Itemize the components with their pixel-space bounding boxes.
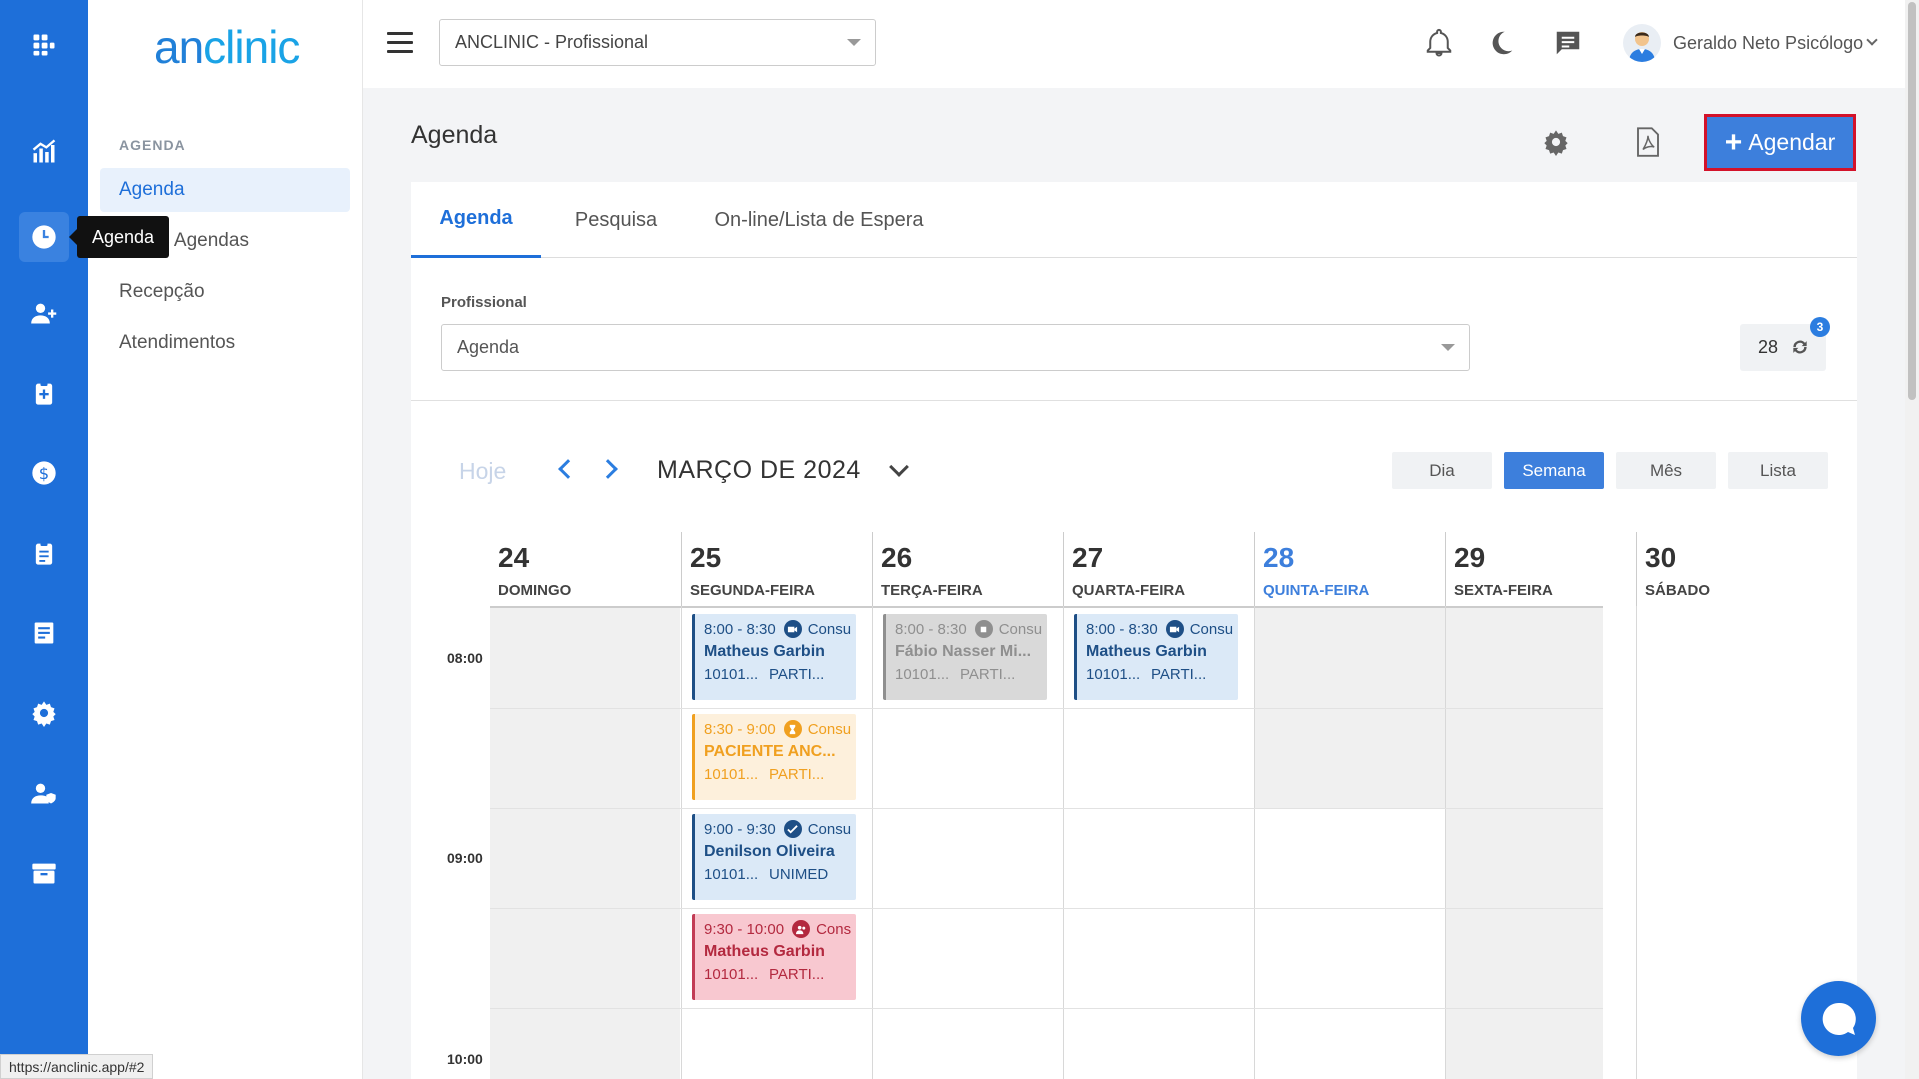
day-header-today: 28 QUINTA-FEIRA xyxy=(1254,532,1445,606)
caret-down-icon xyxy=(847,39,861,46)
menu-icon[interactable] xyxy=(387,32,413,54)
topbar: ANCLINIC - Profissional Geraldo Neto Psi… xyxy=(363,0,1919,88)
day-header: 26 TERÇA-FEIRA xyxy=(872,532,1063,606)
pdf-icon[interactable] xyxy=(1635,127,1661,157)
agenda-card: Agenda Pesquisa On-line/Lista de Espera … xyxy=(411,182,1857,1079)
agendar-button[interactable]: + Agendar xyxy=(1704,114,1856,171)
time-label: 09:00 xyxy=(447,850,483,866)
scrollbar[interactable] xyxy=(1905,0,1919,1079)
day-header: 24 DOMINGO xyxy=(498,542,572,599)
video-icon xyxy=(1165,620,1184,638)
refresh-icon xyxy=(1793,340,1807,354)
tab-agenda[interactable]: Agenda xyxy=(411,182,541,258)
day-header: 30 SÁBADO xyxy=(1636,532,1827,606)
user-name[interactable]: Geraldo Neto Psicólogo xyxy=(1673,33,1863,54)
apps-icon[interactable] xyxy=(19,20,69,70)
next-arrow-icon[interactable] xyxy=(598,459,618,479)
svg-text:$: $ xyxy=(39,464,49,483)
appointment-event[interactable]: 9:30 - 10:00 Cons Matheus Garbin 10101...… xyxy=(692,914,856,1000)
tab-online-lista-espera[interactable]: On-line/Lista de Espera xyxy=(691,182,947,258)
sidebar-item-recepcao[interactable]: Recepção xyxy=(100,270,350,314)
time-label: 08:00 xyxy=(447,650,483,666)
week-calendar: 24 DOMINGO 25 SEGUNDA-FEIRA 26 TERÇA-FEIRA … xyxy=(411,532,1857,1079)
status-url: https://anclinic.app/#2 xyxy=(0,1054,154,1079)
appointment-event[interactable]: 8:30 - 9:00 Consu PACIENTE ANC... 10101..… xyxy=(692,714,856,800)
plus-icon: + xyxy=(1724,125,1743,159)
tooltip: Agenda xyxy=(69,216,169,258)
appointment-event[interactable]: 8:00 - 8:30 Consu Matheus Garbin 10101...… xyxy=(692,614,856,700)
clipboard-plus-icon[interactable] xyxy=(19,368,69,418)
divider xyxy=(411,400,1857,401)
view-semana-button[interactable]: Semana xyxy=(1504,452,1604,489)
chat-icon[interactable] xyxy=(1553,28,1583,58)
tabs: Agenda Pesquisa On-line/Lista de Espera xyxy=(411,182,1857,258)
sidebar-item-agenda[interactable]: Agenda xyxy=(100,168,350,212)
dollar-icon[interactable]: $ xyxy=(19,448,69,498)
stop-icon xyxy=(974,620,993,638)
tab-pesquisa[interactable]: Pesquisa xyxy=(541,182,691,258)
chat-widget-button[interactable] xyxy=(1801,981,1876,1056)
page-title: Agenda xyxy=(411,121,498,149)
view-dia-button[interactable]: Dia xyxy=(1392,452,1492,489)
settings-icon[interactable] xyxy=(1542,128,1570,156)
chevron-down-icon[interactable] xyxy=(889,457,909,477)
document-icon[interactable] xyxy=(19,608,69,658)
chevron-down-icon[interactable] xyxy=(1866,34,1878,46)
hourglass-icon xyxy=(783,720,802,738)
appointment-event[interactable]: 9:00 - 9:30 Consu Denilson Oliveira 10101… xyxy=(692,814,856,900)
user-shield-icon[interactable] xyxy=(19,768,69,818)
caret-down-icon xyxy=(1441,344,1455,351)
chat-bubble-icon xyxy=(1822,1002,1856,1035)
chart-icon[interactable] xyxy=(19,127,69,177)
archive-icon[interactable] xyxy=(19,848,69,898)
clipboard-list-icon[interactable] xyxy=(19,528,69,578)
gear-icon[interactable] xyxy=(19,688,69,738)
check-icon xyxy=(783,820,802,838)
prev-arrow-icon[interactable] xyxy=(558,459,578,479)
appointment-event[interactable]: 8:00 - 8:30 Consu Fábio Nasser Mi... 1010… xyxy=(883,614,1047,700)
sidebar-item-atendimentos[interactable]: Atendimentos xyxy=(100,321,350,365)
clinic-select[interactable]: ANCLINIC - Profissional xyxy=(439,19,876,66)
month-title: MARÇO DE 2024 xyxy=(657,456,861,484)
video-icon xyxy=(783,620,802,638)
moon-icon[interactable] xyxy=(1486,28,1516,58)
user-add-icon[interactable] xyxy=(19,288,69,338)
day-header: 25 SEGUNDA-FEIRA xyxy=(681,532,872,606)
profissional-label: Profissional xyxy=(441,294,527,311)
user-group-icon xyxy=(792,920,811,938)
clock-icon[interactable] xyxy=(19,212,69,262)
view-lista-button[interactable]: Lista xyxy=(1728,452,1828,489)
bell-icon[interactable] xyxy=(1424,28,1454,58)
avatar[interactable] xyxy=(1623,24,1661,62)
count-badge: 3 xyxy=(1810,317,1830,337)
profissional-select[interactable]: Agenda xyxy=(441,324,1470,371)
view-mes-button[interactable]: Mês xyxy=(1616,452,1716,489)
appointment-event[interactable]: 8:00 - 8:30 Consu Matheus Garbin 10101...… xyxy=(1074,614,1238,700)
today-button[interactable]: Hoje xyxy=(459,458,506,485)
time-label: 10:00 xyxy=(447,1051,483,1067)
icon-rail: $ xyxy=(0,0,88,1079)
sidebar-section-title: AGENDA xyxy=(119,137,186,153)
sidebar: anclinic AGENDA Agenda Todas Agendas Rec… xyxy=(88,0,363,1079)
day-header: 29 SEXTA-FEIRA xyxy=(1445,532,1636,606)
logo[interactable]: anclinic xyxy=(154,20,300,74)
day-header: 27 QUARTA-FEIRA xyxy=(1063,532,1254,606)
